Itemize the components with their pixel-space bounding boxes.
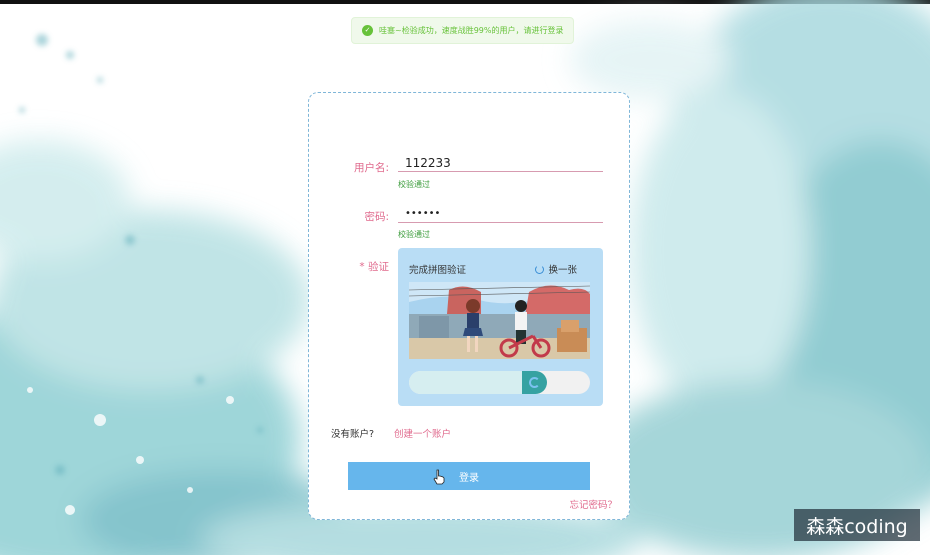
- forgot-password-link[interactable]: 忘记密码？: [569, 497, 617, 511]
- verify-label: * 验证: [359, 261, 389, 273]
- success-toast: ✓ 哇塞~检验成功，速度战胜99%的用户，请进行登录: [351, 17, 574, 44]
- watermark: 森森coding: [794, 509, 920, 541]
- create-account-link[interactable]: 创建一个账户: [394, 426, 451, 440]
- hand-cursor-icon: [433, 469, 445, 485]
- puzzle-captcha: 完成拼图验证 换一张: [398, 248, 603, 406]
- username-hint: 校验通过: [398, 180, 430, 189]
- toast-text: 哇塞~检验成功，速度战胜99%的用户，请进行登录: [379, 26, 564, 35]
- no-account-text: 没有账户?: [331, 429, 375, 440]
- login-card: 用户名: 112233 校验通过 密码: •••••• 校验通过 * 验证 完成…: [308, 92, 630, 520]
- captcha-refresh-button[interactable]: 换一张: [535, 262, 577, 276]
- password-hint: 校验通过: [398, 230, 430, 239]
- captcha-title: 完成拼图验证: [409, 265, 467, 276]
- password-label: 密码:: [364, 211, 389, 223]
- captcha-image: [409, 282, 590, 359]
- captcha-slider[interactable]: [409, 371, 590, 394]
- login-button[interactable]: 登录: [348, 462, 590, 490]
- slider-refresh-icon: [529, 377, 540, 388]
- slider-track-fill: [409, 371, 534, 394]
- username-input[interactable]: 112233: [398, 154, 603, 172]
- username-label: 用户名:: [353, 162, 389, 174]
- check-circle-icon: ✓: [362, 25, 373, 36]
- captcha-refresh-label: 换一张: [548, 265, 577, 276]
- password-input[interactable]: ••••••: [398, 205, 603, 223]
- slider-handle[interactable]: [522, 371, 547, 394]
- refresh-icon: [535, 264, 545, 274]
